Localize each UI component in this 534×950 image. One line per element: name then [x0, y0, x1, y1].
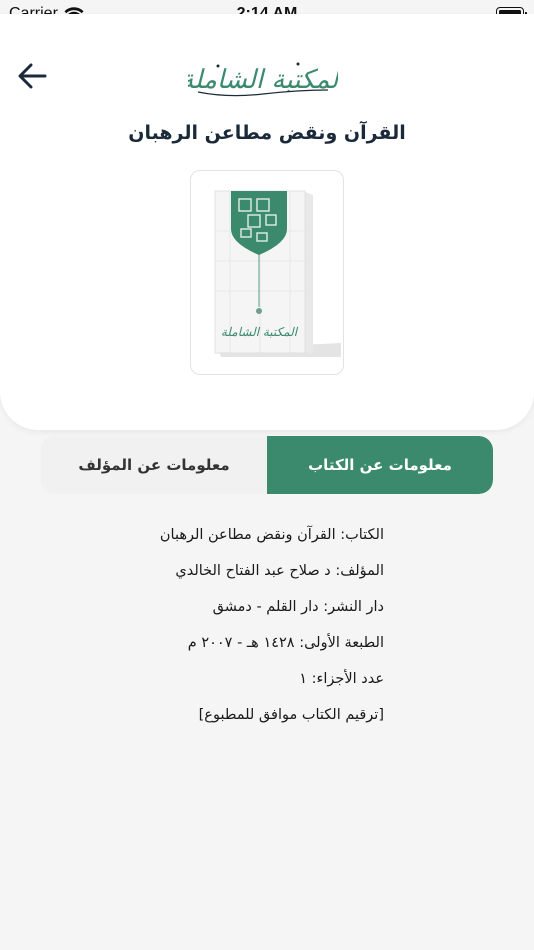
back-arrow-icon	[18, 63, 47, 89]
tab-book-info[interactable]: معلومات عن الكتاب	[267, 436, 493, 494]
back-button[interactable]	[14, 58, 50, 94]
book-cover: المكتبة الشاملة	[190, 170, 344, 375]
book-info-list: الكتاب: القرآن ونقض مطاعن الرهبان المؤلف…	[24, 522, 384, 738]
info-note: [ترقيم الكتاب موافق للمطبوع]	[198, 707, 384, 723]
header-card: المكتبة الشاملة القرآن ونقض مطاعن الرهبا…	[0, 14, 534, 430]
info-publisher: دار النشر: دار القلم - دمشق	[212, 599, 384, 615]
info-edition: الطبعة الأولى: ١٤٢٨ هـ - ٢٠٠٧ م	[187, 635, 384, 651]
info-volumes: عدد الأجزاء: ١	[299, 671, 384, 687]
info-tabs: معلومات عن المؤلف معلومات عن الكتاب	[41, 436, 493, 494]
info-author: المؤلف: د صلاح عبد الفتاح الخالدي	[175, 563, 384, 579]
app-logo: المكتبة الشاملة	[180, 52, 348, 102]
tab-author-info[interactable]: معلومات عن المؤلف	[41, 436, 267, 494]
cover-logo-text: المكتبة الشاملة	[221, 325, 299, 339]
info-book: الكتاب: القرآن ونقض مطاعن الرهبان	[159, 527, 384, 543]
book-title: القرآن ونقض مطاعن الرهبان	[128, 122, 406, 144]
